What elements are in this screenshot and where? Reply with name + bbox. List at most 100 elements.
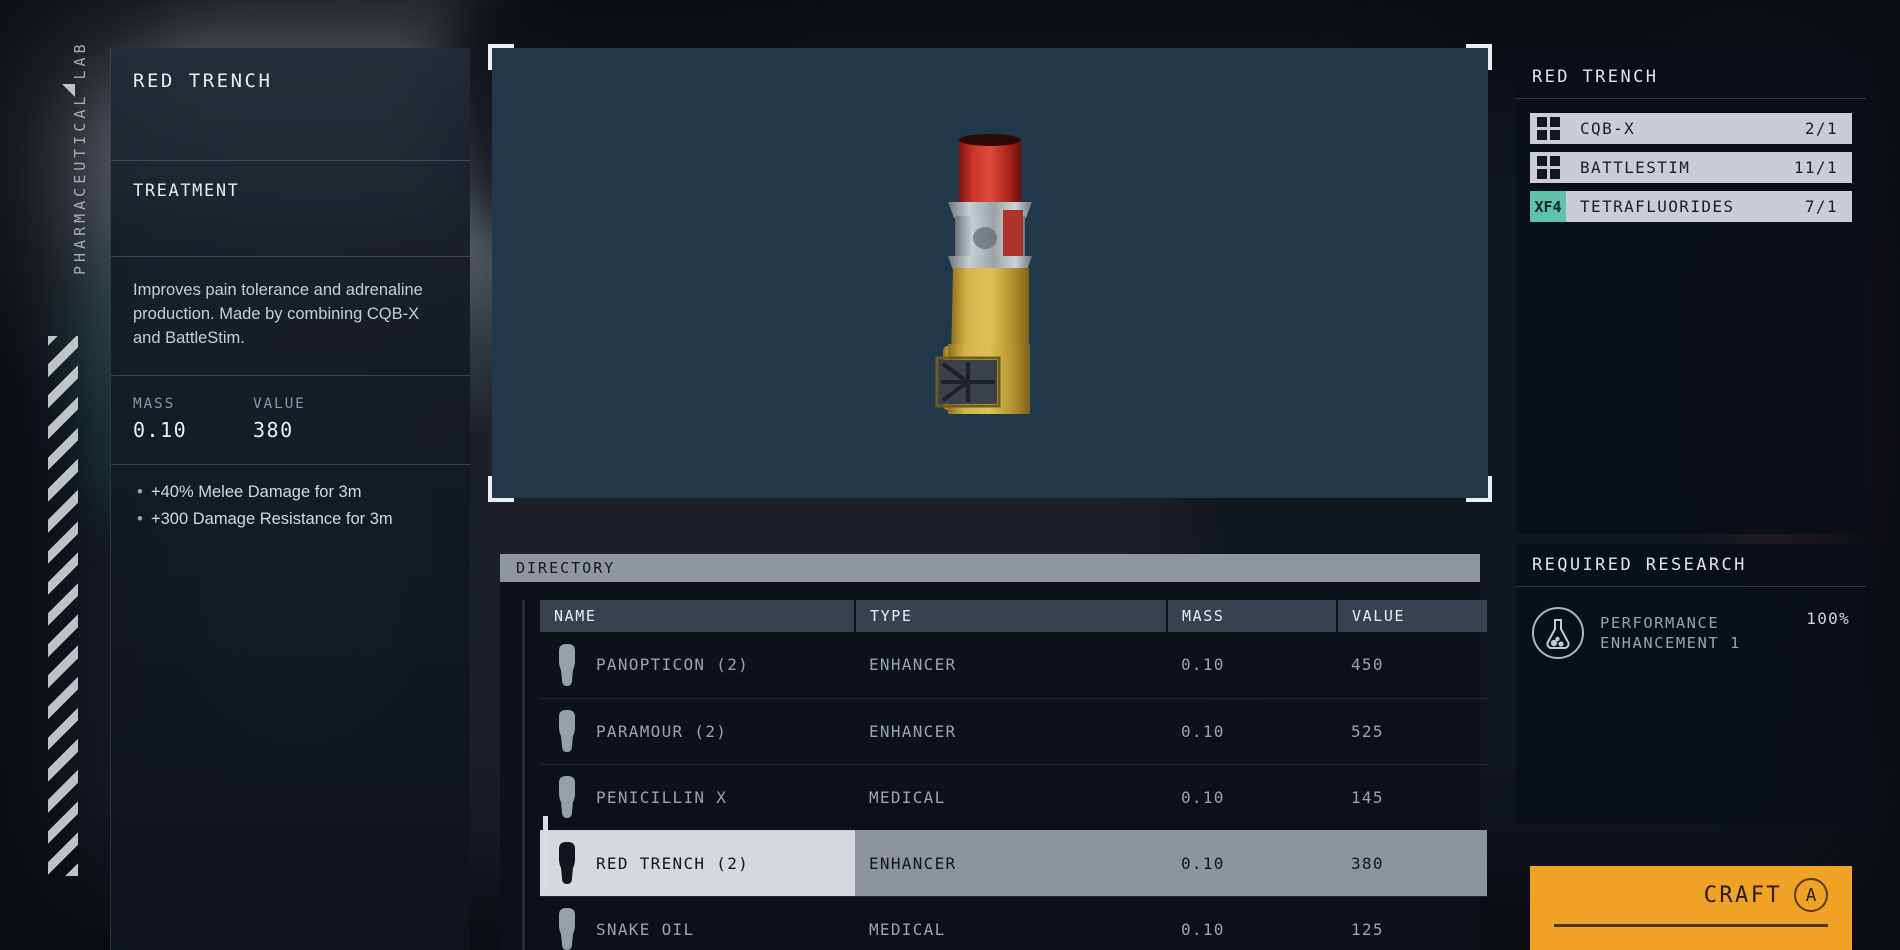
corner-bracket-icon: [488, 476, 514, 502]
item-preview-panel: [488, 44, 1492, 502]
table-row[interactable]: RED TRENCH (2) ENHANCER 0.10 380: [540, 830, 1487, 897]
requirement-row[interactable]: BATTLESTIM 11/1: [1530, 152, 1852, 183]
stat-value: VALUE 380: [253, 396, 373, 442]
cell-type: ENHANCER: [855, 698, 1167, 765]
inhaler-icon: [935, 134, 1032, 414]
item-category: TREATMENT: [133, 181, 240, 201]
column-header-value[interactable]: VALUE: [1337, 600, 1487, 632]
requirement-count: 2/1: [1804, 119, 1838, 138]
requirement-row[interactable]: CQB-X 2/1: [1530, 113, 1852, 144]
effect-item: +300 Damage Resistance for 3m: [137, 506, 448, 533]
requirements-list: CQB-X 2/1 BATTLESTIM 11/1 XF4 TETRAFLUORID…: [1516, 99, 1866, 222]
item-description-section: Improves pain tolerance and adrenaline p…: [111, 257, 470, 375]
corner-bracket-icon: [488, 44, 514, 70]
research-name-line2: ENHANCEMENT 1: [1600, 634, 1741, 652]
directory-header: DIRECTORY: [500, 554, 1480, 582]
inhaler-icon: [540, 907, 596, 950]
craft-underline: [1554, 924, 1828, 927]
table-row[interactable]: PENICILLIN X MEDICAL 0.10 145: [540, 764, 1487, 831]
research-panel: REQUIRED RESEARCH PERFORMANCE ENHANCEMEN…: [1516, 544, 1866, 824]
research-percent: 100%: [1806, 609, 1850, 628]
cell-name: PARAMOUR (2): [540, 698, 855, 765]
craft-button[interactable]: CRAFT A: [1530, 866, 1852, 950]
cell-value: 125: [1337, 896, 1487, 950]
inhaler-icon: [540, 841, 596, 885]
directory-table: NAME TYPE MASS VALUE PANOPTICON (2) ENHA…: [540, 600, 1487, 950]
cell-name-label: PARAMOUR (2): [596, 721, 728, 741]
effect-item: +40% Melee Damage for 3m: [137, 479, 448, 506]
requirements-panel: RED TRENCH CQB-X 2/1 BATTLESTIM 11/1 XF4 T…: [1516, 56, 1866, 534]
cell-value: 450: [1337, 632, 1487, 699]
grid-icon: [1530, 113, 1566, 144]
cell-name-label: SNAKE OIL: [596, 919, 695, 939]
grid-icon: [1530, 152, 1566, 183]
cell-mass: 0.10: [1167, 764, 1337, 831]
directory-body: NAME TYPE MASS VALUE PANOPTICON (2) ENHA…: [500, 582, 1487, 950]
requirement-count: 7/1: [1804, 197, 1838, 216]
research-name: PERFORMANCE ENHANCEMENT 1: [1584, 613, 1806, 654]
requirement-name: TETRAFLUORIDES: [1580, 197, 1735, 216]
research-name-line1: PERFORMANCE: [1600, 613, 1720, 632]
table-row[interactable]: PANOPTICON (2) ENHANCER 0.10 450: [540, 632, 1487, 699]
cell-mass: 0.10: [1167, 698, 1337, 765]
stat-mass: MASS 0.10: [133, 396, 253, 442]
stat-value-value: 380: [253, 418, 294, 442]
cell-name: PANOPTICON (2): [540, 632, 855, 699]
requirement-row[interactable]: XF4 TETRAFLUORIDES 7/1: [1530, 191, 1852, 222]
requirement-name: CQB-X: [1580, 119, 1636, 138]
item-detail-panel: RED TRENCH TREATMENT Improves pain toler…: [110, 48, 470, 950]
cell-type: ENHANCER: [855, 830, 1167, 897]
cell-name-label: PANOPTICON (2): [596, 655, 750, 675]
inhaler-icon: [540, 775, 596, 819]
game-crafting-screen: PHARMACEUTICAL LAB RED TRENCH TREATMENT …: [0, 0, 1900, 950]
cell-value: 380: [1337, 830, 1487, 897]
cell-name: PENICILLIN X: [540, 764, 855, 831]
column-header-name[interactable]: NAME: [540, 600, 856, 632]
cell-mass: 0.10: [1167, 830, 1337, 897]
corner-bracket-icon: [1466, 44, 1492, 70]
research-header: REQUIRED RESEARCH: [1532, 555, 1747, 575]
hazard-stripes: [48, 336, 78, 876]
cell-name-label: PENICILLIN X: [596, 787, 728, 807]
item-category-section: TREATMENT: [111, 161, 470, 256]
requirement-count: 11/1: [1793, 158, 1838, 177]
craft-button-label: CRAFT: [1703, 882, 1782, 908]
cell-name: RED TRENCH (2): [540, 830, 855, 897]
table-row[interactable]: PARAMOUR (2) ENHANCER 0.10 525: [540, 698, 1487, 765]
cell-value: 145: [1337, 764, 1487, 831]
station-rail: PHARMACEUTICAL LAB: [40, 36, 89, 916]
cell-value: 525: [1337, 698, 1487, 765]
cell-name-label: RED TRENCH (2): [596, 853, 750, 873]
stat-value-label: VALUE: [253, 396, 306, 412]
cell-type: MEDICAL: [855, 896, 1167, 950]
directory-scrollbar-thumb[interactable]: [543, 816, 548, 886]
column-header-type[interactable]: TYPE: [855, 600, 1168, 632]
table-row[interactable]: SNAKE OIL MEDICAL 0.10 125: [540, 896, 1487, 950]
item-effects: +40% Melee Damage for 3m +300 Damage Res…: [111, 465, 470, 532]
flask-icon: [1532, 607, 1584, 659]
station-label: PHARMACEUTICAL LAB: [71, 40, 89, 275]
stat-mass-value: 0.10: [133, 418, 188, 442]
gamepad-a-icon: A: [1794, 878, 1828, 912]
corner-bracket-icon: [1466, 476, 1492, 502]
item-stats: MASS 0.10 VALUE 380: [111, 376, 470, 464]
cell-mass: 0.10: [1167, 896, 1337, 950]
directory-panel: DIRECTORY NAME TYPE MASS VALUE PANOPTICO…: [500, 554, 1487, 950]
inhaler-icon: [540, 709, 596, 753]
inhaler-icon: [540, 643, 596, 687]
cell-name: SNAKE OIL: [540, 896, 855, 950]
cell-type: ENHANCER: [855, 632, 1167, 699]
stat-mass-label: MASS: [133, 396, 176, 412]
requirements-header: RED TRENCH: [1532, 67, 1659, 87]
item-title-section: RED TRENCH: [111, 48, 470, 160]
cell-type: MEDICAL: [855, 764, 1167, 831]
xf4-badge-icon: XF4: [1530, 191, 1566, 222]
item-title: RED TRENCH: [133, 70, 273, 92]
cell-mass: 0.10: [1167, 632, 1337, 699]
item-description: Improves pain tolerance and adrenaline p…: [133, 281, 423, 347]
research-row[interactable]: PERFORMANCE ENHANCEMENT 1 100%: [1516, 587, 1866, 659]
directory-scrollbar-track[interactable]: [522, 600, 548, 950]
column-header-mass[interactable]: MASS: [1167, 600, 1338, 632]
requirement-name: BATTLESTIM: [1580, 158, 1691, 177]
directory-header-label: DIRECTORY: [516, 559, 616, 577]
